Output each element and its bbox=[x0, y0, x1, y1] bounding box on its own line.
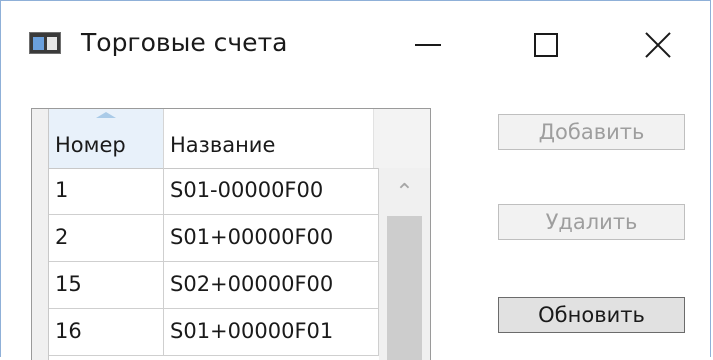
column-header-name[interactable]: Название bbox=[164, 109, 374, 168]
close-button[interactable] bbox=[623, 17, 693, 73]
cell-number[interactable]: 2 bbox=[49, 215, 164, 261]
minimize-icon bbox=[415, 44, 441, 46]
cell-number[interactable]: 16 bbox=[49, 309, 164, 355]
grid-body: 1 S01-00000F00 2 S01+00000F00 15 S02+000… bbox=[49, 168, 379, 356]
table-row[interactable]: 1 S01-00000F00 bbox=[49, 168, 379, 215]
cell-name[interactable]: S01-00000F00 bbox=[164, 168, 379, 214]
refresh-button[interactable]: Обновить bbox=[498, 297, 685, 333]
maximize-button[interactable] bbox=[511, 17, 581, 73]
chevron-up-icon: ⌃ bbox=[395, 179, 414, 205]
scroll-thumb[interactable] bbox=[387, 216, 422, 360]
close-icon bbox=[644, 31, 672, 59]
scroll-up-button[interactable]: ⌃ bbox=[379, 168, 430, 216]
column-header-label: Название bbox=[170, 133, 276, 157]
window-title: Торговые счета bbox=[81, 28, 288, 57]
column-header-number[interactable]: Номер bbox=[49, 109, 164, 168]
cell-name[interactable]: S02+00000F00 bbox=[164, 262, 379, 308]
table-row[interactable]: 16 S01+00000F01 bbox=[49, 309, 379, 356]
minimize-button[interactable] bbox=[393, 17, 463, 73]
sort-ascending-icon bbox=[96, 112, 116, 118]
table-row[interactable]: 2 S01+00000F00 bbox=[49, 215, 379, 262]
grid-header: Номер Название bbox=[49, 109, 430, 169]
row-header-column[interactable] bbox=[32, 109, 49, 360]
column-header-filler bbox=[374, 109, 430, 168]
table-row[interactable]: 15 S02+00000F00 bbox=[49, 262, 379, 309]
accounts-grid[interactable]: Номер Название 1 S01-00000F00 2 S01+0000… bbox=[31, 108, 431, 360]
cell-number[interactable]: 1 bbox=[49, 168, 164, 214]
cell-number[interactable]: 15 bbox=[49, 262, 164, 308]
cell-name[interactable]: S01+00000F01 bbox=[164, 309, 379, 355]
delete-button[interactable]: Удалить bbox=[498, 204, 685, 240]
app-icon[interactable] bbox=[29, 32, 61, 54]
main-window: Торговые счета Номер Название 1 S01-0000… bbox=[0, 0, 711, 360]
column-header-label: Номер bbox=[55, 133, 126, 157]
cell-name[interactable]: S01+00000F00 bbox=[164, 215, 379, 261]
maximize-icon bbox=[534, 33, 558, 57]
title-bar[interactable]: Торговые счета bbox=[1, 1, 710, 89]
add-button[interactable]: Добавить bbox=[498, 114, 685, 150]
vertical-scrollbar[interactable]: ⌃ bbox=[379, 168, 430, 360]
